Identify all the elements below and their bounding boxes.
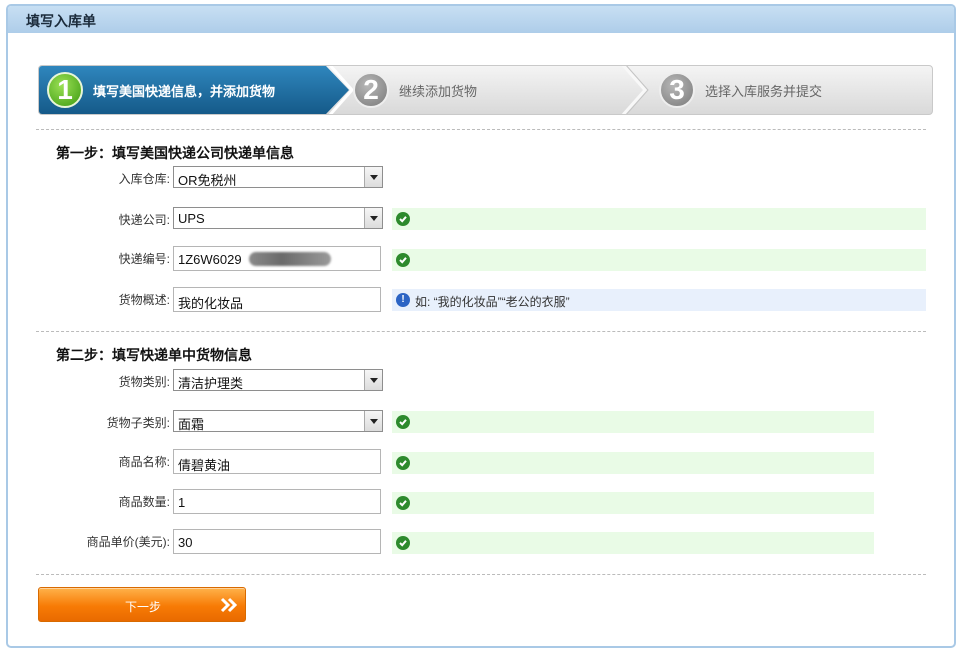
step-1: 1 填写美国快递信息，并添加货物: [47, 66, 275, 114]
tracking-label: 快递编号:: [118, 252, 170, 266]
quantity-label: 商品数量:: [118, 495, 170, 509]
category-label: 货物类别:: [118, 375, 170, 389]
category-value: 清洁护理类: [178, 376, 244, 391]
panel-title: 填写入库单: [26, 13, 96, 29]
subcategory-value: 面霜: [178, 417, 205, 432]
quantity-value: 1: [178, 495, 186, 510]
quantity-valid-tip: [392, 492, 874, 514]
check-circle-icon: [396, 456, 410, 470]
product-name-input[interactable]: 倩碧黄油: [173, 449, 381, 474]
chevron-down-icon[interactable]: [364, 370, 382, 390]
courier-label: 快递公司:: [118, 213, 170, 227]
chevron-down-icon[interactable]: [364, 411, 382, 431]
check-circle-icon: [396, 212, 410, 226]
category-select[interactable]: 清洁护理类: [173, 369, 383, 391]
step-2-number: 2: [353, 72, 389, 108]
step-3-number: 3: [659, 72, 695, 108]
step-3: 3 选择入库服务并提交: [659, 66, 822, 114]
divider: [36, 331, 926, 332]
courier-valid-tip: [392, 208, 926, 230]
check-circle-icon: [396, 496, 410, 510]
divider: [36, 129, 926, 130]
info-circle-icon: !: [396, 293, 410, 307]
subcategory-label: 货物子类别:: [106, 416, 170, 430]
redaction-blur: [249, 252, 331, 266]
next-step-button[interactable]: 下一步: [38, 587, 246, 622]
panel-header: 填写入库单: [8, 6, 954, 33]
next-step-label: 下一步: [124, 600, 161, 614]
tracking-number-input[interactable]: 1Z6W6029: [173, 246, 381, 271]
step-2: 2 继续添加货物: [353, 66, 477, 114]
product-name-valid-tip: [392, 452, 874, 474]
subcategory-select[interactable]: 面霜: [173, 410, 383, 432]
product-name-value: 倩碧黄油: [178, 458, 231, 473]
unit-price-value: 30: [178, 535, 193, 550]
description-hint: ! 如: “我的化妆品”“老公的衣服”: [392, 289, 926, 311]
tracking-number-value: 1Z6W6029: [178, 252, 242, 267]
description-value: 我的化妆品: [178, 296, 244, 311]
tracking-valid-tip: [392, 249, 926, 271]
courier-value: UPS: [178, 211, 205, 226]
quantity-input[interactable]: 1: [173, 489, 381, 514]
unit-price-valid-tip: [392, 532, 874, 554]
divider: [36, 574, 926, 575]
step-2-label: 继续添加货物: [399, 83, 478, 99]
subcategory-valid-tip: [392, 411, 874, 433]
step-3-label: 选择入库服务并提交: [705, 83, 823, 99]
check-circle-icon: [396, 253, 410, 267]
product-name-label: 商品名称:: [118, 455, 170, 469]
description-hint-text: 如: “我的化妆品”“老公的衣服”: [415, 295, 570, 309]
double-chevron-right-icon: [220, 597, 238, 613]
warehouse-label: 入库仓库:: [118, 172, 170, 186]
chevron-down-icon[interactable]: [364, 167, 382, 187]
section-1-title: 第一步：填写美国快递公司快递单信息: [56, 145, 294, 161]
warehouse-value: OR免税州: [178, 173, 237, 188]
chevron-down-icon[interactable]: [364, 208, 382, 228]
step-1-number: 1: [47, 72, 83, 108]
courier-select[interactable]: UPS: [173, 207, 383, 229]
step-progress-bar: 1 填写美国快递信息，并添加货物 2 继续添加货物 3 选择入库服务并提交: [38, 65, 933, 115]
unit-price-input[interactable]: 30: [173, 529, 381, 554]
check-circle-icon: [396, 536, 410, 550]
check-circle-icon: [396, 415, 410, 429]
description-label: 货物概述:: [118, 293, 170, 307]
warehouse-select[interactable]: OR免税州: [173, 166, 383, 188]
description-input[interactable]: 我的化妆品: [173, 287, 381, 312]
section-2-title: 第二步：填写快递单中货物信息: [56, 347, 252, 363]
unit-price-label: 商品单价(美元):: [86, 535, 170, 549]
step-1-label: 填写美国快递信息，并添加货物: [93, 83, 276, 99]
